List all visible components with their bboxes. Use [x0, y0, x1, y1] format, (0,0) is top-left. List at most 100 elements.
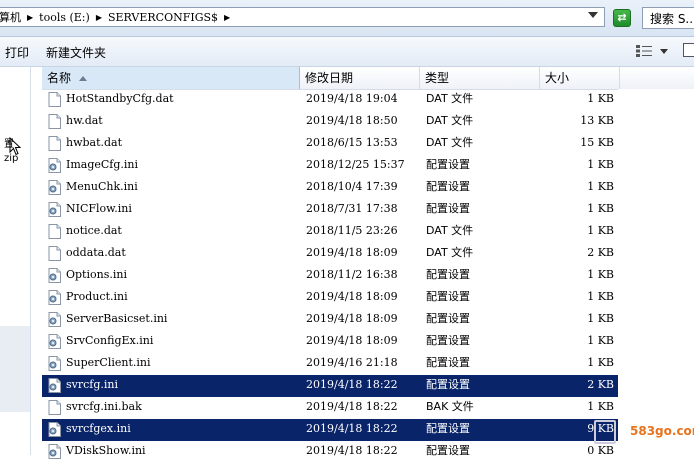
file-type: 配置设置	[426, 444, 470, 457]
breadcrumb-folder[interactable]: SERVERCONFIGS$	[106, 11, 220, 24]
file-date: 2019/4/18 18:50	[306, 114, 398, 127]
file-date: 2018/11/2 16:38	[306, 268, 398, 281]
file-size: 1 KB	[587, 180, 614, 193]
ini-file-icon	[48, 290, 61, 305]
file-date: 2019/4/18 18:09	[306, 290, 398, 303]
ini-file-icon	[48, 312, 61, 327]
dat-file-icon	[48, 114, 61, 129]
file-date: 2019/4/18 18:09	[306, 334, 398, 347]
file-name: SuperClient.ini	[66, 356, 151, 369]
file-date: 2018/10/4 17:39	[306, 180, 398, 193]
file-date: 2018/12/25 15:37	[306, 158, 405, 171]
ini-file-icon	[48, 334, 61, 349]
file-name: MenuChk.ini	[66, 180, 138, 193]
breadcrumb-separator-icon[interactable]: ▶	[220, 13, 234, 22]
file-size: 2 KB	[587, 378, 614, 391]
file-size: 2 KB	[587, 246, 614, 259]
nav-selected-item[interactable]	[0, 326, 30, 412]
file-name: ImageCfg.ini	[66, 158, 139, 171]
file-name: VDiskShow.ini	[66, 444, 146, 457]
file-name: HotStandbyCfg.dat	[66, 92, 174, 105]
file-date: 2019/4/18 18:09	[306, 312, 398, 325]
dat-file-icon	[48, 224, 61, 239]
file-type: DAT 文件	[426, 246, 474, 259]
nav-item[interactable]: 置	[4, 135, 14, 150]
file-row[interactable]: notice.dat 2018/11/5 23:26 DAT 文件 1 KB	[42, 221, 618, 243]
dat-file-icon	[48, 136, 61, 151]
file-type: 配置设置	[426, 356, 470, 369]
preview-pane-icon[interactable]	[683, 43, 694, 57]
file-name: svrcfg.ini.bak	[66, 400, 142, 413]
file-size: 1 KB	[587, 290, 614, 303]
ini-file-icon	[48, 444, 61, 459]
refresh-button[interactable]: ⇄	[613, 9, 631, 27]
file-row[interactable]: SuperClient.ini 2019/4/16 21:18 配置设置 1 KB	[42, 353, 618, 375]
file-size: 13 KB	[580, 114, 614, 127]
file-name: svrcfg.ini	[66, 378, 119, 391]
address-history-dropdown-icon[interactable]	[588, 12, 598, 18]
file-type: DAT 文件	[426, 92, 474, 105]
file-row[interactable]: NICFlow.ini 2018/7/31 17:38 配置设置 1 KB	[42, 199, 618, 221]
file-row[interactable]: svrcfg.ini.bak 2019/4/18 18:22 BAK 文件 1 KB	[42, 397, 618, 419]
print-button[interactable]: 打印	[5, 44, 29, 61]
file-date: 2019/4/16 21:18	[306, 356, 398, 369]
file-date: 2019/4/18 18:22	[306, 444, 398, 457]
file-row[interactable]: MenuChk.ini 2018/10/4 17:39 配置设置 1 KB	[42, 177, 618, 199]
breadcrumb-computer[interactable]: 计算机	[0, 9, 23, 25]
ini-file-icon	[48, 356, 61, 371]
navigation-pane[interactable]: 置 zip	[0, 67, 31, 455]
watermark-logo-icon	[594, 420, 616, 444]
file-date: 2019/4/18 18:09	[306, 246, 398, 259]
file-type: 配置设置	[426, 268, 470, 281]
search-input[interactable]: 搜索 S...	[642, 7, 694, 29]
file-row[interactable]: Options.ini 2018/11/2 16:38 配置设置 1 KB	[42, 265, 618, 287]
file-size: 1 KB	[587, 224, 614, 237]
breadcrumb-drive[interactable]: tools (E:)	[37, 11, 92, 24]
file-name: hwbat.dat	[66, 136, 123, 149]
file-row[interactable]: hw.dat 2019/4/18 18:50 DAT 文件 13 KB	[42, 111, 618, 133]
file-row[interactable]: HotStandbyCfg.dat 2019/4/18 19:04 DAT 文件 1 …	[42, 89, 618, 111]
file-row[interactable]: hwbat.dat 2018/6/15 13:53 DAT 文件 15 KB	[42, 133, 618, 155]
file-date: 2019/4/18 18:22	[306, 378, 398, 391]
file-row[interactable]: svrcfgex.ini 2019/4/18 18:22 配置设置 9 KB	[42, 419, 618, 441]
file-row[interactable]: oddata.dat 2019/4/18 18:09 DAT 文件 2 KB	[42, 243, 618, 265]
watermark: 583go.com	[594, 418, 694, 448]
breadcrumb-separator-icon[interactable]: ▶	[92, 13, 106, 22]
ini-file-icon	[48, 422, 61, 437]
file-name: Options.ini	[66, 268, 127, 281]
dat-file-icon	[48, 400, 61, 415]
file-type: 配置设置	[426, 202, 470, 215]
view-options-icon[interactable]	[636, 45, 652, 57]
column-size[interactable]: 大小	[540, 67, 620, 89]
sort-ascending-icon	[79, 76, 88, 81]
breadcrumb-separator-icon[interactable]: ▶	[23, 13, 37, 22]
file-type: 配置设置	[426, 334, 470, 347]
column-date[interactable]: 修改日期	[300, 67, 420, 89]
breadcrumb[interactable]: 计算机 ▶ tools (E:) ▶ SERVERCONFIGS$ ▶	[0, 7, 605, 27]
file-name: SrvConfigEx.ini	[66, 334, 154, 347]
file-date: 2018/11/5 23:26	[306, 224, 398, 237]
file-row[interactable]: SrvConfigEx.ini 2019/4/18 18:09 配置设置 1 KB	[42, 331, 618, 353]
column-type[interactable]: 类型	[420, 67, 540, 89]
dat-file-icon	[48, 246, 61, 261]
ini-file-icon	[48, 180, 61, 195]
view-dropdown-icon[interactable]	[660, 49, 668, 54]
nav-item[interactable]: zip	[4, 153, 18, 164]
file-row[interactable]: ServerBasicset.ini 2019/4/18 18:09 配置设置 1 K…	[42, 309, 618, 331]
file-row[interactable]: Product.ini 2019/4/18 18:09 配置设置 1 KB	[42, 287, 618, 309]
file-row[interactable]: VDiskShow.ini 2019/4/18 18:22 配置设置 0 KB	[42, 441, 618, 463]
column-name[interactable]: 名称	[42, 67, 300, 89]
file-size: 1 KB	[587, 400, 614, 413]
new-folder-button[interactable]: 新建文件夹	[46, 44, 106, 61]
file-size: 15 KB	[580, 136, 614, 149]
file-date: 2019/4/18 18:22	[306, 400, 398, 413]
file-row[interactable]: svrcfg.ini 2019/4/18 18:22 配置设置 2 KB	[42, 375, 618, 397]
ini-file-icon	[48, 202, 61, 217]
file-row[interactable]: ImageCfg.ini 2018/12/25 15:37 配置设置 1 KB	[42, 155, 618, 177]
file-name: notice.dat	[66, 224, 122, 237]
file-type: DAT 文件	[426, 136, 474, 149]
file-size: 1 KB	[587, 334, 614, 347]
ini-file-icon	[48, 268, 61, 283]
file-name: NICFlow.ini	[66, 202, 132, 215]
toolbar: 打印 新建文件夹	[0, 37, 694, 67]
